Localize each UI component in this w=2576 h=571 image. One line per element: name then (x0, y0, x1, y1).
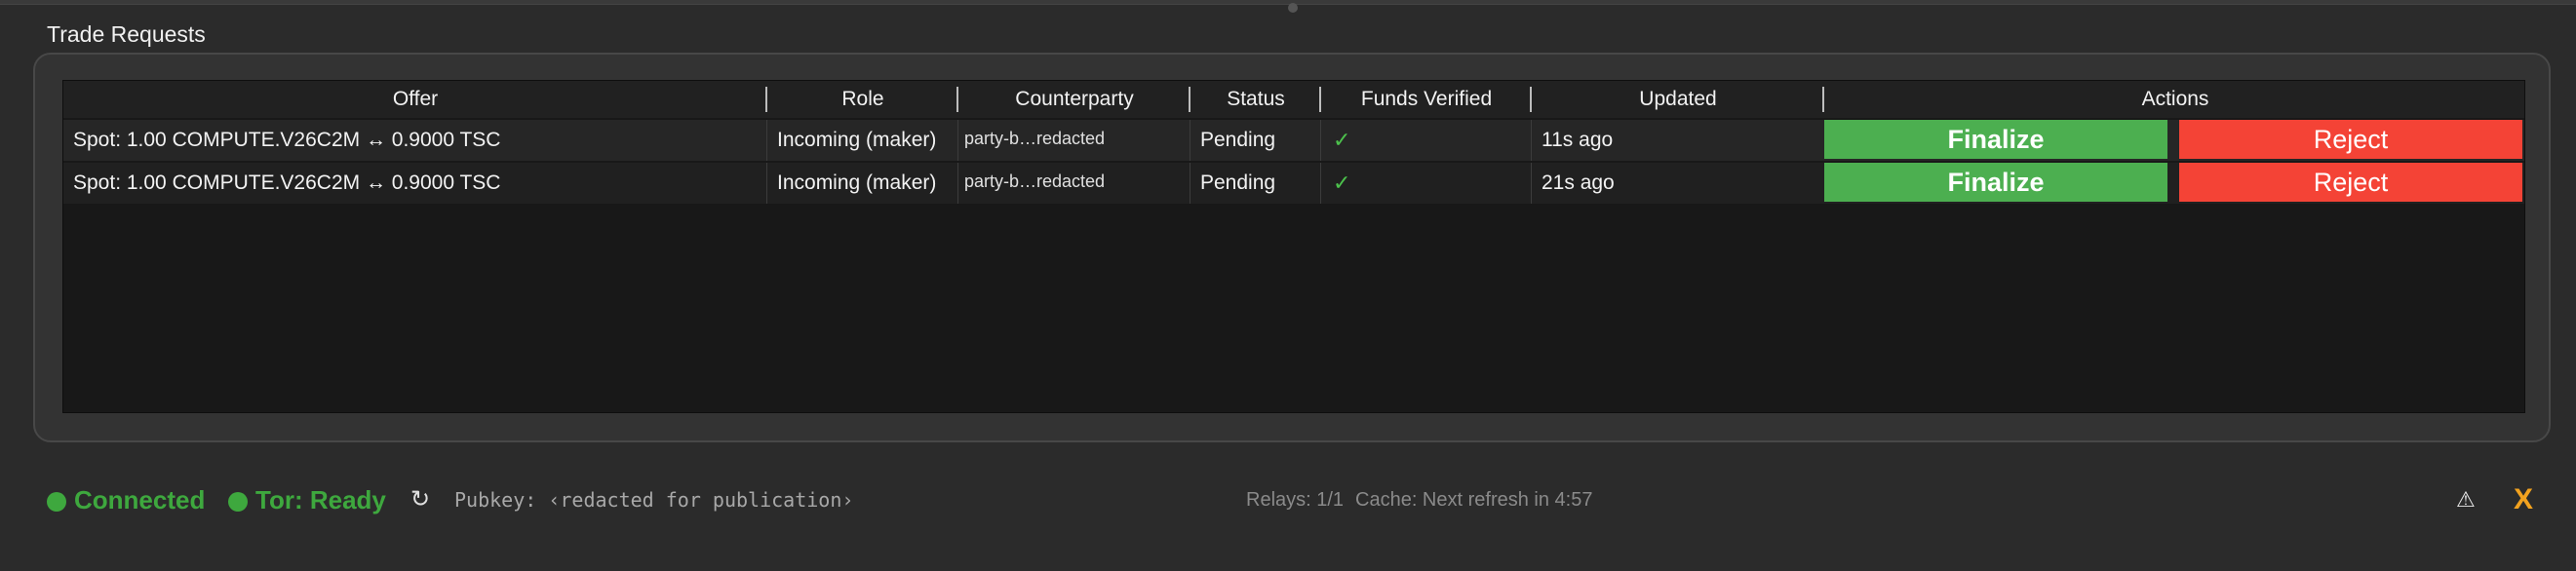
connection-status: Connected (47, 485, 205, 514)
column-header-offer[interactable]: Offer (63, 81, 767, 118)
tor-label: Tor: Ready (255, 485, 386, 514)
pubkey-label: Pubkey: ‹redacted for publication› (454, 488, 854, 512)
warning-icon[interactable]: ⚠ (2456, 485, 2476, 514)
refresh-icon[interactable]: ↻ (410, 485, 430, 514)
updated-cell: 21s ago (1542, 171, 1615, 194)
trade-requests-table: Offer Role Counterparty Status Funds Ver… (62, 80, 2525, 413)
table-row[interactable]: Spot: 1.00 COMPUTE.V26C2M ↔ 0.9000 TSC I… (63, 163, 2524, 204)
offer-cell: Spot: 1.00 COMPUTE.V26C2M ↔ 0.9000 TSC (63, 163, 767, 204)
role-cell: Incoming (maker) (767, 163, 958, 204)
resize-handle[interactable] (1288, 3, 1298, 13)
status-bar: Connected Tor: Ready ↻ Pubkey: ‹redacted… (0, 468, 2576, 532)
section-title: Trade Requests (47, 21, 206, 47)
offer-cell: Spot: 1.00 COMPUTE.V26C2M ↔ 0.9000 TSC (63, 120, 767, 161)
table-row[interactable]: Spot: 1.00 COMPUTE.V26C2M ↔ 0.9000 TSC I… (63, 120, 2524, 161)
reject-button[interactable]: Reject (2179, 120, 2522, 159)
finalize-button[interactable]: Finalize (1824, 163, 2167, 202)
column-header-role[interactable]: Role (767, 81, 958, 118)
counterparty-cell: party-b…redacted (958, 163, 1190, 204)
column-header-status[interactable]: Status (1190, 81, 1321, 118)
column-header-updated[interactable]: Updated (1532, 81, 1824, 118)
role-cell: Incoming (maker) (767, 120, 958, 161)
finalize-button[interactable]: Finalize (1824, 120, 2167, 159)
counterparty-cell: party-b…redacted (958, 120, 1190, 161)
column-header-actions: Actions (2141, 88, 2209, 110)
cache-label: Cache: Next refresh in 4:57 (1355, 489, 1593, 511)
status-cell: Pending (1190, 120, 1321, 161)
relays-label: Relays: 1/1 (1246, 489, 1345, 511)
connected-indicator-icon (47, 492, 66, 512)
column-header-counterparty[interactable]: Counterparty (958, 81, 1190, 118)
tor-indicator-icon (228, 492, 248, 512)
funds-verified-check-icon: ✓ (1321, 163, 1532, 204)
status-cell: Pending (1190, 163, 1321, 204)
funds-verified-check-icon: ✓ (1321, 120, 1532, 161)
close-button[interactable]: X (2514, 485, 2533, 514)
reject-button[interactable]: Reject (2179, 163, 2522, 202)
tor-status: Tor: Ready (228, 485, 386, 514)
connected-label: Connected (74, 485, 206, 514)
column-header-funds-verified[interactable]: Funds Verified (1321, 81, 1532, 118)
updated-cell: 11s ago (1542, 129, 1614, 151)
table-header: Offer Role Counterparty Status Funds Ver… (63, 81, 2524, 118)
